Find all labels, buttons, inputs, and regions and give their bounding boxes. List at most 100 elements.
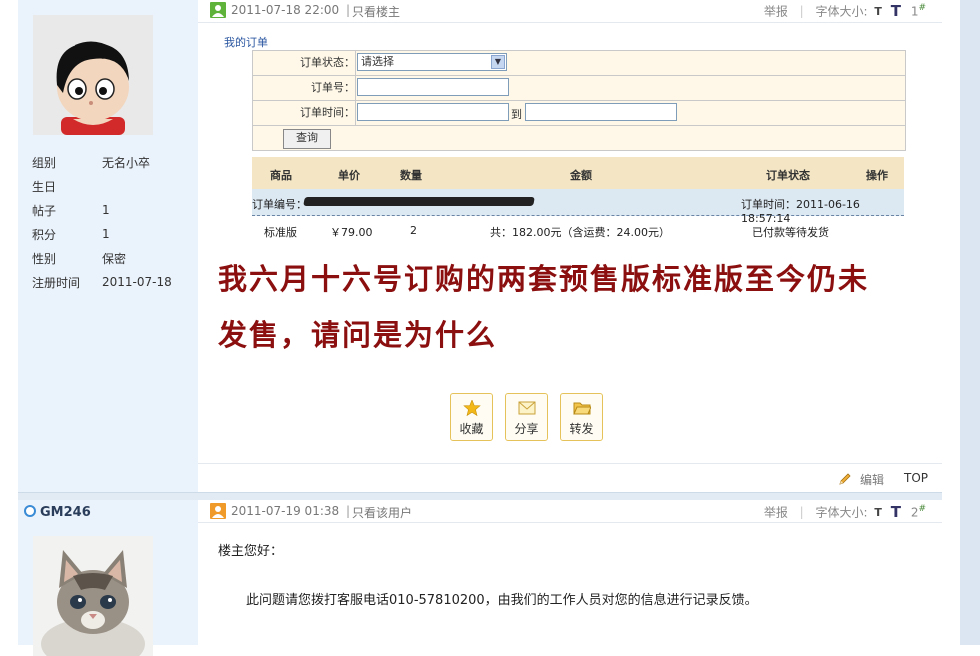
column-header: 订单状态	[766, 169, 810, 182]
order-time-end-input[interactable]	[525, 103, 677, 121]
column-header: 商品	[270, 169, 292, 182]
font-large-button[interactable]: T	[891, 2, 901, 20]
font-small-button[interactable]: T	[874, 506, 882, 519]
user-info-row: 组别 无名小卒	[32, 150, 172, 174]
column-header: 数量	[400, 169, 422, 182]
my-orders-title: 我的订单	[224, 36, 268, 49]
order-row: 标准版 ￥79.00 2 共：182.00元（含运费：24.00元） 已付款等待…	[252, 218, 904, 242]
username-text: GM246	[40, 505, 91, 520]
post-tools: 举报 | 字体大小: T T 1#	[764, 2, 926, 20]
favorite-button[interactable]: 收藏	[450, 393, 493, 441]
order-no-input[interactable]	[357, 78, 509, 96]
divider: |	[799, 4, 804, 18]
info-value: 保密	[102, 251, 127, 266]
post-user-icon	[210, 503, 226, 519]
column-header: 金额	[570, 169, 592, 182]
column-header: 操作	[866, 169, 888, 182]
info-key: 积分	[32, 227, 57, 242]
divider: |	[799, 505, 804, 519]
post-1-author-sidebar: 组别 无名小卒 生日 帖子 1 积分 1 性别 保密 注册时间 2011-07-18	[18, 0, 198, 492]
order-search-form: 订单状态： 请选择 ▼ 订单号： 订单时间： 到 查询	[252, 50, 906, 151]
share-button[interactable]: 分享	[505, 393, 548, 441]
status-select-value: 请选择	[361, 55, 394, 68]
post-2-header: 2011-07-19 01:38 | 只看该用户 举报 | 字体大小: T T …	[198, 500, 942, 523]
user-avatar[interactable]	[33, 536, 153, 656]
info-key: 注册时间	[32, 275, 81, 290]
info-value: 无名小卒	[102, 155, 151, 170]
order-number-bar: 订单编号： 订单时间：2011-06-16 18:57:14	[252, 189, 904, 225]
folder-icon	[572, 402, 591, 415]
forward-button[interactable]: 转发	[560, 393, 603, 441]
order-no-row: 订单号：	[253, 76, 905, 101]
info-value	[102, 174, 172, 198]
favorite-label: 收藏	[459, 422, 484, 436]
post-separator	[18, 492, 942, 500]
font-large-button[interactable]: T	[891, 503, 901, 521]
share-label: 分享	[514, 422, 539, 436]
online-status-icon	[24, 505, 36, 517]
query-row: 查询	[253, 126, 905, 150]
post-1-footer: 编辑 TOP	[198, 463, 942, 493]
user-info-table: 组别 无名小卒 生日 帖子 1 积分 1 性别 保密 注册时间 2011-07-18	[32, 150, 172, 294]
order-status: 已付款等待发货	[752, 226, 829, 239]
user-avatar[interactable]	[33, 15, 153, 135]
status-label: 订单状态：	[253, 51, 356, 75]
reply-body: 此问题请您拨打客服电话010-57810200，由我们的工作人员对您的信息进行记…	[246, 593, 758, 608]
chevron-down-icon: ▼	[491, 55, 505, 69]
floor-number[interactable]: 1#	[911, 3, 926, 19]
info-key: 组别	[32, 155, 57, 170]
forward-label: 转发	[569, 422, 594, 436]
order-amount: 共：182.00元（含运费：24.00元）	[490, 226, 670, 239]
user-info-row: 积分 1	[32, 222, 172, 246]
info-key: 帖子	[32, 203, 57, 218]
order-time-start-input[interactable]	[357, 103, 509, 121]
redacted-order-number	[303, 197, 535, 206]
envelope-icon	[518, 401, 535, 415]
font-size-label: 字体大小:	[815, 505, 868, 520]
edit-link[interactable]: 编辑	[860, 471, 884, 488]
floor-hash: #	[918, 3, 926, 14]
post-time: 2011-07-19 01:38	[231, 504, 340, 518]
report-link[interactable]: 举报	[764, 5, 788, 19]
user-info-row: 性别 保密	[32, 246, 172, 270]
post-user-icon	[210, 2, 226, 18]
status-select[interactable]: 请选择 ▼	[357, 53, 507, 71]
user-info-row: 帖子 1	[32, 198, 172, 222]
font-size-label: 字体大小:	[815, 4, 868, 19]
order-price: ￥79.00	[330, 226, 373, 239]
user-info-row: 生日	[32, 174, 172, 198]
info-value: 1	[102, 203, 110, 217]
post-message-line-2: 发售，请问是为什么	[218, 318, 498, 352]
only-user-link[interactable]: 只看该用户	[352, 504, 412, 521]
status-row: 订单状态： 请选择 ▼	[253, 51, 905, 76]
post-2-author-sidebar: GM246	[18, 500, 198, 656]
post-tools: 举报 | 字体大小: T T 2#	[764, 503, 926, 521]
page-right-gutter	[960, 0, 980, 645]
only-author-link[interactable]: 只看楼主	[352, 3, 400, 20]
post-time: 2011-07-18 22:00	[231, 3, 340, 17]
info-value: 1	[102, 227, 110, 241]
order-qty: 2	[410, 224, 417, 237]
divider: |	[346, 504, 351, 518]
info-key: 生日	[32, 179, 57, 194]
order-no-label: 订单号：	[253, 76, 356, 100]
order-time-row: 订单时间： 到	[253, 101, 905, 126]
query-button[interactable]: 查询	[283, 129, 331, 149]
info-value: 2011-07-18	[102, 275, 172, 289]
font-small-button[interactable]: T	[874, 5, 882, 18]
order-time-label: 订单时间：	[253, 101, 356, 125]
pencil-icon	[839, 473, 851, 485]
user-info-row: 注册时间 2011-07-18	[32, 270, 172, 294]
reply-greeting: 楼主您好：	[218, 544, 284, 559]
floor-number[interactable]: 2#	[911, 504, 926, 520]
floor-hash: #	[918, 504, 926, 515]
order-product: 标准版	[264, 226, 297, 239]
report-link[interactable]: 举报	[764, 506, 788, 520]
post-1-header: 2011-07-18 22:00 | 只看楼主 举报 | 字体大小: T T 1…	[198, 0, 942, 23]
post-message-line-1: 我六月十六号订购的两套预售版标准版至今仍未	[218, 262, 870, 296]
order-number-label: 订单编号：	[252, 198, 307, 211]
username[interactable]: GM246	[24, 505, 91, 520]
divider: |	[346, 3, 351, 17]
info-key: 性别	[32, 251, 57, 266]
back-to-top-link[interactable]: TOP	[904, 471, 928, 485]
